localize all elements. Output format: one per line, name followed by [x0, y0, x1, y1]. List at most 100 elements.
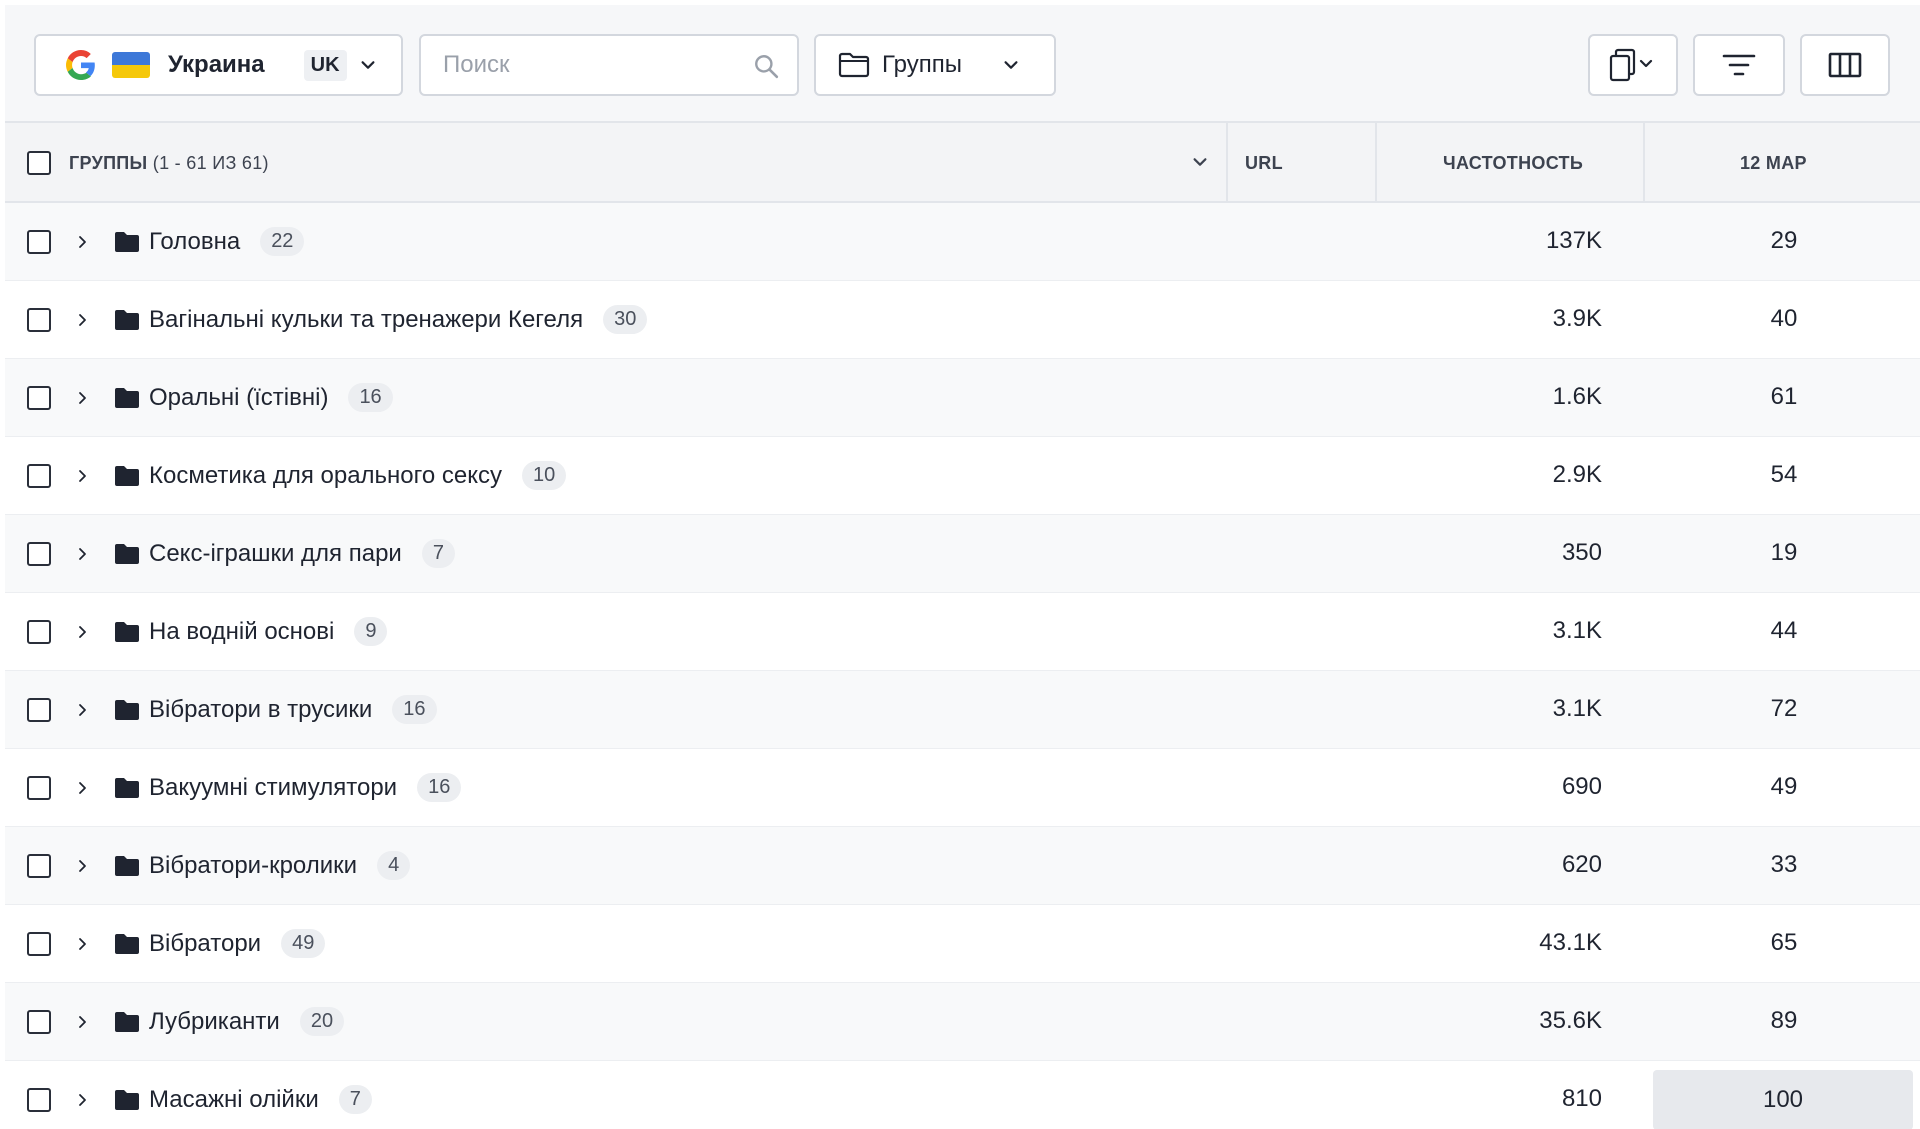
- copy-button[interactable]: [1588, 34, 1678, 96]
- columns-button[interactable]: [1800, 34, 1890, 96]
- frequency-value: 3.1K: [1552, 617, 1602, 644]
- row-checkbox[interactable]: [27, 1010, 51, 1034]
- group-name-cell[interactable]: Вакуумні стимулятори 16: [149, 773, 462, 802]
- date-column-header[interactable]: 12 МАР: [1740, 153, 1807, 174]
- groups-dropdown[interactable]: Группы: [814, 34, 1056, 96]
- table-row[interactable]: Головна 22 137K 29: [5, 203, 1920, 281]
- groups-header-label: ГРУППЫ: [69, 153, 148, 173]
- search-input[interactable]: [443, 51, 743, 79]
- region-name: Украина: [168, 51, 265, 78]
- table-row[interactable]: Масажні олійки 7 810 100: [5, 1061, 1920, 1129]
- region-selector[interactable]: Украина UK: [34, 34, 403, 96]
- chevron-right-icon[interactable]: [75, 391, 89, 405]
- position-value: 40: [1770, 305, 1798, 332]
- group-name-cell[interactable]: На водній основі 9: [149, 617, 388, 646]
- table-row[interactable]: Вібратори 49 43.1K 65: [5, 905, 1920, 983]
- group-name-cell[interactable]: Вібратори-кролики 4: [149, 851, 411, 880]
- group-name-cell[interactable]: Секс-іграшки для пари 7: [149, 539, 455, 568]
- filter-button[interactable]: [1693, 34, 1785, 96]
- folder-outline-icon: [838, 52, 870, 78]
- chevron-right-icon[interactable]: [75, 547, 89, 561]
- row-checkbox-cell: [27, 1010, 51, 1034]
- position-value: 72: [1770, 695, 1798, 722]
- folder-icon: [115, 232, 139, 252]
- group-name-cell[interactable]: Головна 22: [149, 227, 305, 256]
- row-checkbox[interactable]: [27, 386, 51, 410]
- chevron-right-icon[interactable]: [75, 1093, 89, 1107]
- chevron-right-icon[interactable]: [75, 859, 89, 873]
- url-column-header[interactable]: URL: [1245, 153, 1283, 174]
- folder-icon: [115, 310, 139, 330]
- chevron-down-icon[interactable]: [1191, 153, 1209, 171]
- folder-icon: [115, 544, 139, 564]
- chevron-right-icon[interactable]: [75, 703, 89, 717]
- row-checkbox-cell: [27, 386, 51, 410]
- table-row[interactable]: Косметика для орального сексу 10 2.9K 54: [5, 437, 1920, 515]
- group-name: Вакуумні стимулятори: [149, 773, 398, 801]
- group-name-cell[interactable]: Вібратори 49: [149, 929, 326, 958]
- frequency-value: 3.1K: [1552, 695, 1602, 722]
- position-value: 54: [1770, 461, 1798, 488]
- table-row[interactable]: Вакуумні стимулятори 16 690 49: [5, 749, 1920, 827]
- frequency-column-header[interactable]: ЧАСТОТНОСТЬ: [1443, 153, 1583, 174]
- keyword-count-badge: 49: [281, 929, 326, 958]
- group-name-cell[interactable]: Масажні олійки 7: [149, 1085, 372, 1114]
- keyword-count-badge: 10: [522, 461, 567, 490]
- keyword-count-badge: 16: [392, 695, 437, 724]
- group-name-cell[interactable]: Вагінальні кульки та тренажери Кегеля 30: [149, 305, 648, 334]
- frequency-value: 2.9K: [1552, 461, 1602, 488]
- select-all-checkbox[interactable]: [27, 151, 51, 175]
- frequency-value: 690: [1561, 773, 1602, 800]
- group-name: Косметика для орального сексу: [149, 461, 503, 489]
- row-checkbox[interactable]: [27, 464, 51, 488]
- row-checkbox[interactable]: [27, 854, 51, 878]
- chevron-right-icon[interactable]: [75, 937, 89, 951]
- group-name: Вібратори-кролики: [149, 851, 358, 879]
- frequency-value: 35.6K: [1539, 1007, 1602, 1034]
- chevron-right-icon[interactable]: [75, 469, 89, 483]
- row-checkbox[interactable]: [27, 620, 51, 644]
- chevron-right-icon[interactable]: [75, 235, 89, 249]
- table-row[interactable]: На водній основі 9 3.1K 44: [5, 593, 1920, 671]
- group-name-cell[interactable]: Вібратори в трусики 16: [149, 695, 437, 724]
- group-name-cell[interactable]: Лубриканти 20: [149, 1007, 345, 1036]
- row-checkbox[interactable]: [27, 698, 51, 722]
- table-row[interactable]: Вібратори-кролики 4 620 33: [5, 827, 1920, 905]
- table-row[interactable]: Вібратори в трусики 16 3.1K 72: [5, 671, 1920, 749]
- keyword-count-badge: 9: [354, 617, 388, 646]
- folder-icon: [115, 1012, 139, 1032]
- row-checkbox[interactable]: [27, 542, 51, 566]
- row-checkbox-cell: [27, 620, 51, 644]
- table-row[interactable]: Вагінальні кульки та тренажери Кегеля 30…: [5, 281, 1920, 359]
- position-value: 44: [1770, 617, 1798, 644]
- folder-icon: [115, 856, 139, 876]
- frequency-value: 810: [1561, 1085, 1602, 1112]
- groups-column-header[interactable]: ГРУППЫ (1 - 61 ИЗ 61): [69, 153, 269, 174]
- folder-icon: [115, 1090, 139, 1110]
- row-checkbox[interactable]: [27, 776, 51, 800]
- select-all-checkbox-cell: [27, 151, 51, 175]
- chevron-right-icon[interactable]: [75, 781, 89, 795]
- toolbar: Украина UK Группы: [5, 5, 1920, 123]
- row-checkbox[interactable]: [27, 1088, 51, 1112]
- table-row[interactable]: Секс-іграшки для пари 7 350 19: [5, 515, 1920, 593]
- table-row[interactable]: Оральні (їстівні) 16 1.6K 61: [5, 359, 1920, 437]
- row-checkbox[interactable]: [27, 230, 51, 254]
- group-name-cell[interactable]: Оральні (їстівні) 16: [149, 383, 393, 412]
- chevron-right-icon[interactable]: [75, 313, 89, 327]
- chevron-right-icon[interactable]: [75, 1015, 89, 1029]
- group-name: Вібратори в трусики: [149, 695, 373, 723]
- group-name-cell[interactable]: Косметика для орального сексу 10: [149, 461, 567, 490]
- row-checkbox[interactable]: [27, 932, 51, 956]
- table-row[interactable]: Лубриканти 20 35.6K 89: [5, 983, 1920, 1061]
- search-icon: [755, 55, 779, 79]
- frequency-value: 620: [1561, 851, 1602, 878]
- folder-icon: [115, 388, 139, 408]
- chevron-right-icon[interactable]: [75, 625, 89, 639]
- row-checkbox[interactable]: [27, 308, 51, 332]
- position-value: 49: [1770, 773, 1798, 800]
- folder-icon: [115, 934, 139, 954]
- row-checkbox-cell: [27, 776, 51, 800]
- search-box[interactable]: [419, 34, 799, 96]
- groups-header-range: (1 - 61 ИЗ 61): [152, 153, 269, 173]
